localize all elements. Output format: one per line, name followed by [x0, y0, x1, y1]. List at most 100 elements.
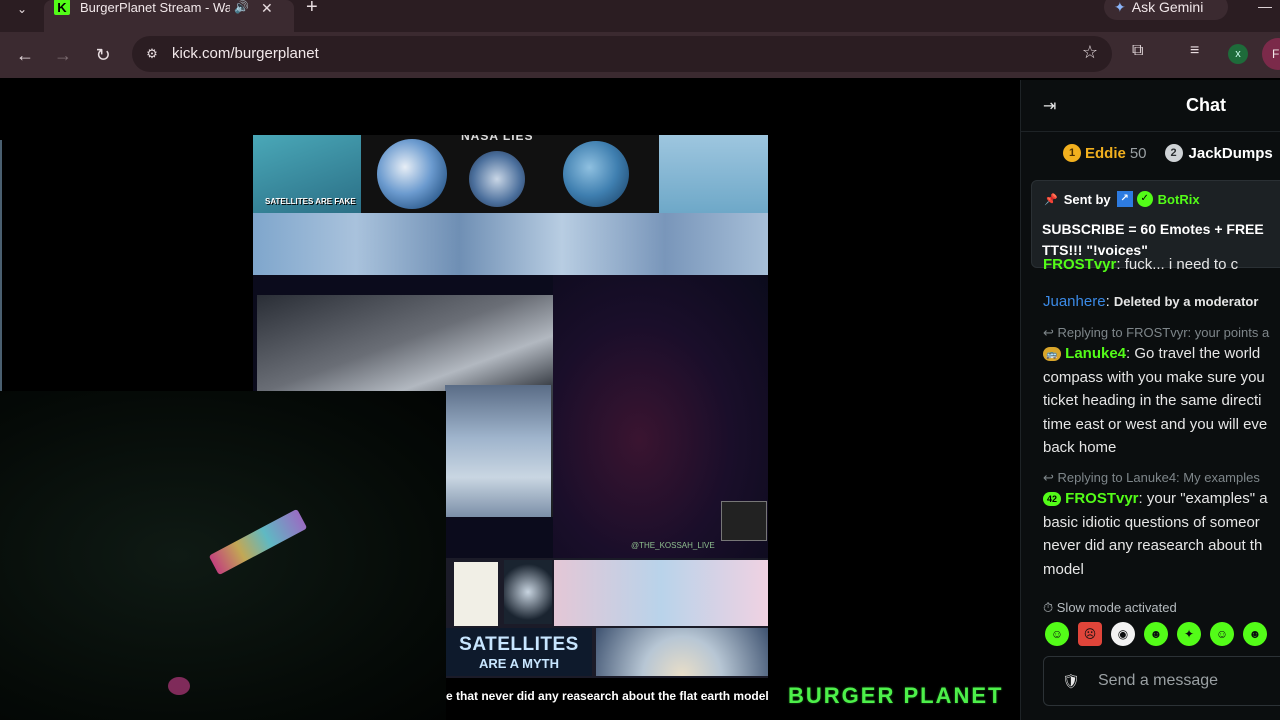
emote-icon[interactable]: ◉: [1111, 622, 1135, 646]
tts-ticker: e that never did any reasearch about the…: [446, 683, 1020, 720]
satellites-line1: SATELLITES: [459, 633, 579, 655]
tab-title: BurgerPlanet Stream - Watch: [80, 0, 230, 15]
un-logo-image: [469, 151, 525, 207]
chat-username[interactable]: Juanhere: [1043, 293, 1106, 310]
extension-x-icon[interactable]: x: [1228, 44, 1248, 64]
video-player[interactable]: NASA LIES SATELLITES ARE FAKE @THE_KOSSA…: [0, 80, 1020, 720]
leaderboard-count: 50: [1129, 144, 1147, 162]
emote-icon[interactable]: ☺: [1210, 622, 1234, 646]
kick-favicon-icon: K: [54, 0, 70, 15]
leaderboard-user[interactable]: JackDumps: [1189, 145, 1273, 162]
chat-input[interactable]: 🛡 Send a message: [1043, 656, 1280, 706]
pinned-message[interactable]: 📌 Sent by ↗ ✓ BotRix SUBSCRIBE = 60 Emot…: [1031, 180, 1280, 268]
reply-text: Replying to Lanuke4: My examples: [1057, 470, 1260, 485]
space-background: [553, 275, 768, 605]
world-map-image: [554, 560, 768, 626]
verified-icon: ✓: [1136, 191, 1153, 207]
ask-gemini-label: Ask Gemini: [1131, 0, 1204, 15]
earth-from-orbit-image: [445, 385, 551, 517]
satellites-banner: SATELLITES ARE A MYTH: [446, 628, 592, 676]
chat-text: Deleted by a moderator: [1113, 294, 1259, 309]
aircraft-images: [253, 213, 768, 275]
minimize-icon[interactable]: —: [1258, 0, 1272, 14]
reload-icon[interactable]: ↻: [90, 42, 116, 68]
pinned-sender: 📌 Sent by ↗ ✓ BotRix: [1044, 191, 1200, 207]
reply-context[interactable]: ↩ Replying to FROSTvyr: your points a: [1043, 325, 1280, 341]
ask-gemini-button[interactable]: ✦ Ask Gemini: [1104, 0, 1228, 20]
browser-tab-bar: ⌄ K BurgerPlanet Stream - Watch 🔊 ✕ + ✦ …: [0, 0, 1280, 32]
collage-bottom-row: SATELLITES ARE A MYTH: [446, 558, 768, 678]
aircraft-strip: [253, 213, 768, 275]
polar-map-image: [596, 628, 768, 676]
sent-by-label: Sent by: [1063, 191, 1111, 207]
chat-message: Juanhere: Deleted by a moderator: [1043, 293, 1259, 310]
profile-avatar[interactable]: F: [1262, 38, 1280, 70]
tab-list-icon[interactable]: ⌄: [10, 0, 34, 18]
audio-icon[interactable]: 🔊: [234, 0, 249, 14]
webcam-overlay: [0, 391, 446, 720]
chat-username[interactable]: FROSTvyr: [1043, 256, 1116, 273]
emote-bar: ☺ ☹ ◉ ☻ ✦ ☺ ☻: [1045, 622, 1280, 650]
collage-handle: @THE_KOSSAH_LIVE: [631, 541, 715, 550]
chat-input-placeholder: Send a message: [1098, 672, 1219, 689]
sub-badge-icon: 42: [1043, 492, 1061, 506]
burger-planet-logo: BURGER PLANET: [788, 683, 1004, 708]
browser-tab[interactable]: K BurgerPlanet Stream - Watch 🔊 ✕: [44, 0, 294, 32]
gift-leaderboard: 1 Eddie 50 2 JackDumps: [1063, 140, 1280, 166]
slow-mode-text: Slow mode activated: [1056, 600, 1177, 615]
satellites-line2: ARE A MYTH: [479, 655, 559, 671]
collage-top-row: NASA LIES SATELLITES ARE FAKE: [253, 135, 768, 213]
emote-icon[interactable]: ☺: [1045, 622, 1069, 646]
buoy-image: [659, 135, 768, 213]
ufo-image: [504, 560, 552, 624]
plus-icon[interactable]: +: [306, 0, 318, 19]
slow-mode-notice: ⏱ Slow mode activated: [1043, 600, 1177, 616]
shield-icon: 🛡: [1062, 673, 1080, 689]
url-text[interactable]: kick.com/burgerplanet: [172, 45, 319, 62]
gemini-icon: ✦: [1114, 0, 1126, 15]
chat-message: FROSTvyr: fuck... i need to c: [1043, 256, 1239, 273]
extensions-icon[interactable]: ⧉: [1132, 42, 1143, 60]
chat-text: fuck... i need to c: [1124, 256, 1239, 273]
bot-badge-icon: ↗: [1116, 191, 1133, 207]
back-icon[interactable]: ←: [12, 42, 38, 68]
chat-panel: ⇥ Chat 1 Eddie 50 2 JackDumps 📌 Sent by …: [1020, 80, 1280, 720]
chat-header: ⇥ Chat: [1021, 80, 1280, 132]
emote-icon[interactable]: ✦: [1177, 622, 1201, 646]
channel-logo-image: [721, 501, 767, 541]
pin-icon: 📌: [1044, 193, 1058, 206]
pinned-text: SUBSCRIBE = 60 Emotes + FREE TTS!!! "!vo…: [1042, 221, 1264, 258]
collage-heading: NASA LIES: [461, 135, 534, 143]
slow-mode-icon: ⏱: [1043, 600, 1054, 615]
bot-username[interactable]: BotRix: [1158, 192, 1200, 207]
chat-username[interactable]: FROSTvyr: [1065, 490, 1138, 507]
rgb-keyboard-image: [208, 508, 308, 576]
mouse-glow-image: [168, 677, 190, 695]
address-bar[interactable]: ⚙ kick.com/burgerplanet ☆: [132, 36, 1112, 72]
reply-text: Replying to FROSTvyr: your points a: [1057, 325, 1270, 340]
chat-message: 🚌 Lanuke4: Go travel the world compass w…: [1043, 345, 1268, 456]
rank-badge: 1: [1063, 144, 1081, 162]
ticker-text: e that never did any reasearch about the…: [446, 689, 769, 703]
rank-badge: 2: [1164, 144, 1183, 162]
leaderboard-user[interactable]: Eddie: [1085, 145, 1126, 162]
emote-icon[interactable]: ☻: [1243, 622, 1267, 646]
emote-icon[interactable]: ☹: [1078, 622, 1102, 646]
media-icon[interactable]: ≡: [1190, 42, 1199, 60]
close-icon[interactable]: ✕: [261, 0, 273, 17]
star-icon[interactable]: ☆: [1082, 42, 1098, 63]
sub-badge-icon: 🚌: [1043, 347, 1061, 361]
forward-icon[interactable]: →: [50, 42, 76, 68]
collapse-chat-icon[interactable]: ⇥: [1043, 96, 1056, 116]
reply-context[interactable]: ↩ Replying to Lanuke4: My examples: [1043, 470, 1280, 486]
site-info-icon[interactable]: ⚙: [142, 44, 162, 64]
browser-toolbar: ← → ↻ ⚙ kick.com/burgerplanet ☆ ⧉ ≡ x F: [0, 32, 1280, 78]
emote-icon[interactable]: ☻: [1144, 622, 1168, 646]
flat-map-globe-image: [563, 141, 629, 207]
chat-title: Chat: [1186, 95, 1226, 115]
chat-message: 42 FROSTvyr: your "examples" a basic idi…: [1043, 490, 1268, 578]
document-image: [454, 562, 498, 626]
collage-caption: SATELLITES ARE FAKE: [265, 197, 356, 206]
earth-globe-image: [377, 139, 447, 209]
chat-username[interactable]: Lanuke4: [1065, 345, 1126, 362]
